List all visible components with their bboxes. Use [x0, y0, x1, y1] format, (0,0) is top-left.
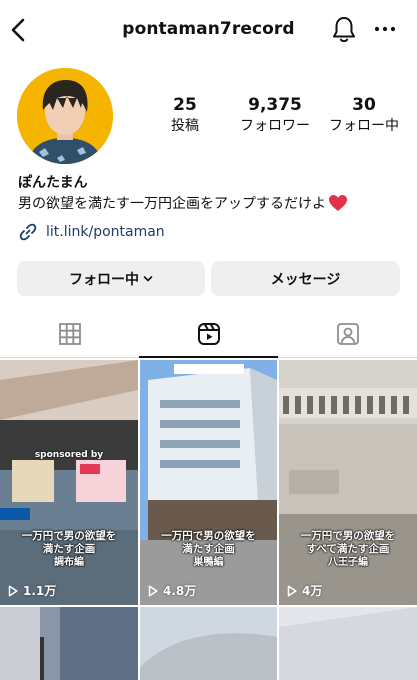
bio: 男の欲望を満たす一万円企画をアップするだけよ	[18, 193, 348, 213]
reel-view-count: 1.1万	[23, 584, 57, 598]
link-icon	[19, 223, 37, 241]
play-icon	[8, 584, 18, 597]
reel-caption-line: 一万円で男の欲望を	[161, 530, 256, 542]
following-stat[interactable]: 30 フォロー中	[324, 95, 404, 136]
followers-count: 9,375	[248, 95, 302, 115]
profile-tabs	[0, 310, 417, 358]
following-button[interactable]: フォロー中	[17, 261, 205, 296]
following-label: フォロー中	[329, 118, 399, 134]
followers-stat[interactable]: 9,375 フォロワー	[232, 95, 318, 136]
reel-caption-line: 一万円で男の欲望を	[21, 530, 117, 542]
tab-reels[interactable]	[139, 310, 278, 358]
reel-tile[interactable]: 一万円で男の欲望を 満たす企画 巣鴨編 4.8万	[140, 360, 277, 605]
profile-link[interactable]: lit.link/pontaman	[18, 222, 165, 242]
posts-stat[interactable]: 25 投稿	[155, 95, 215, 136]
reel-tile[interactable]	[279, 607, 417, 680]
bio-text: 男の欲望を満たす一万円企画をアップするだけよ	[18, 196, 326, 212]
followers-label: フォロワー	[240, 118, 310, 134]
reel-caption-line: 満たす企画	[182, 543, 235, 555]
reel-views: 1.1万	[8, 582, 56, 599]
active-tab-indicator	[139, 356, 278, 358]
reel-views: 4万	[287, 582, 322, 599]
reel-caption-line: 一万円で男の欲望を	[300, 530, 396, 542]
reel-caption: 一万円で男の欲望を 満たす企画 巣鴨編	[144, 530, 273, 569]
display-name: ぽんたまん	[18, 175, 88, 191]
tagged-icon	[336, 323, 359, 345]
bell-icon[interactable]	[331, 15, 357, 45]
reel-thumbnail	[0, 607, 138, 680]
message-button-label: メッセージ	[270, 271, 341, 288]
reel-overlay-text: sponsored by	[34, 450, 104, 460]
reel-caption-sub: 巣鴨編	[193, 557, 224, 568]
reel-tile[interactable]: 一万円で男の欲望を すべて満たす企画 八王子編 4万	[279, 360, 417, 605]
reel-caption: 一万円で男の欲望を すべて満たす企画 八王子編	[283, 530, 413, 569]
reel-thumbnail	[279, 607, 417, 680]
reel-tile[interactable]	[140, 607, 277, 680]
reel-thumbnail	[140, 607, 277, 680]
message-button[interactable]: メッセージ	[211, 261, 400, 296]
avatar-photo	[17, 68, 113, 164]
reel-tile[interactable]	[0, 607, 138, 680]
reel-caption: 一万円で男の欲望を 満たす企画 調布編	[4, 530, 134, 569]
reel-view-count: 4.8万	[163, 584, 197, 598]
reel-caption-sub: 八王子編	[328, 557, 368, 568]
play-icon	[148, 584, 158, 597]
reels-grid: sponsored by 一万円で男の欲望を 満たす企画 調布編 1.1万 一万…	[0, 360, 417, 680]
following-button-label: フォロー中	[69, 271, 139, 288]
posts-count: 25	[173, 95, 197, 115]
play-icon	[287, 584, 297, 597]
reel-view-count: 4万	[302, 584, 323, 598]
chevron-down-icon	[143, 275, 153, 281]
reel-caption-line: 満たす企画	[42, 543, 96, 555]
reel-caption-sub: 調布編	[54, 557, 84, 568]
grid-icon	[58, 323, 81, 345]
reel-caption-line: すべて満たす企画	[306, 543, 390, 555]
avatar[interactable]	[17, 68, 113, 164]
reel-views: 4.8万	[148, 582, 196, 599]
tab-tagged[interactable]	[278, 310, 417, 358]
profile-link-text: lit.link/pontaman	[46, 224, 165, 240]
reel-tile[interactable]: sponsored by 一万円で男の欲望を 満たす企画 調布編 1.1万	[0, 360, 138, 605]
reels-icon	[197, 323, 220, 345]
more-horizontal-icon[interactable]	[372, 22, 398, 36]
posts-label: 投稿	[171, 118, 199, 134]
heart-icon	[329, 195, 347, 211]
following-count: 30	[352, 95, 376, 115]
top-bar: pontaman7record	[0, 0, 417, 62]
tab-posts[interactable]	[0, 310, 139, 358]
